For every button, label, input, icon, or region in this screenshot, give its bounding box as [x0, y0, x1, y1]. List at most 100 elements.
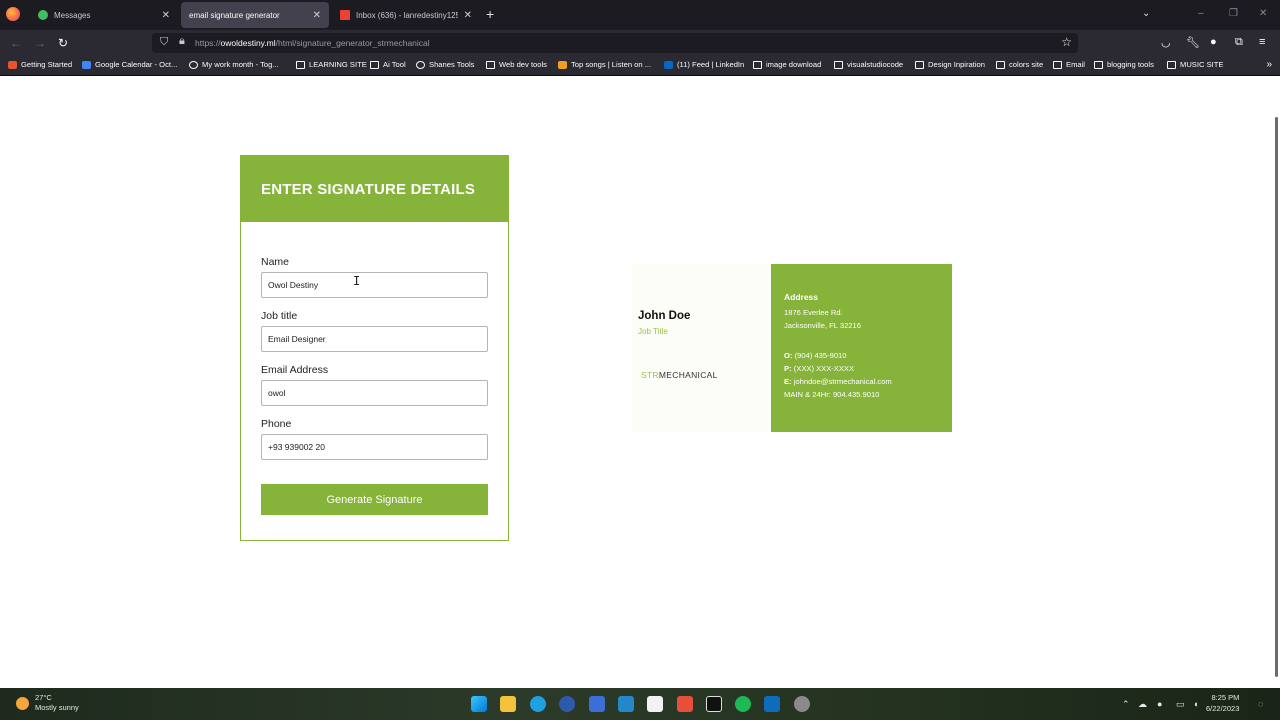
weather-widget[interactable]: 27°C Mostly sunny	[16, 693, 79, 713]
tab-inbox[interactable]: Inbox (636) - lanredestiny125@... ✕	[332, 2, 480, 28]
bookmark-my-work-month[interactable]: My work month - Tog...	[189, 60, 279, 69]
notion-icon[interactable]	[706, 696, 722, 712]
bookmark-design-inspiration[interactable]: Design Inpiration	[915, 60, 985, 69]
tab-title: Messages	[54, 10, 91, 20]
close-icon[interactable]: ✕	[313, 10, 321, 21]
bookmark-label: Top songs | Listen on ...	[571, 60, 652, 69]
tab-messages[interactable]: Messages ✕	[30, 2, 178, 28]
clock-time: 8:25 PM	[1211, 693, 1240, 702]
bookmark-getting-started[interactable]: Getting Started	[8, 60, 72, 69]
edge-icon[interactable]	[530, 696, 546, 712]
windows-start-icon[interactable]	[471, 696, 487, 712]
bookmark-label: LEARNING SITE	[309, 60, 367, 69]
bookmark-learning-site[interactable]: LEARNING SITE	[296, 60, 367, 69]
folder-icon	[915, 60, 924, 69]
folder-icon	[486, 60, 495, 69]
shield-icon[interactable]: ⛉	[160, 36, 168, 49]
url-prefix: https://	[195, 38, 221, 48]
bookmark-label: MUSIC SITE	[1180, 60, 1224, 69]
firefox-taskbar-icon[interactable]	[559, 696, 575, 712]
system-clock[interactable]: 8:25 PM 6/22/2023	[1206, 692, 1239, 714]
bookmark-label: Google Calendar - Oct...	[95, 60, 178, 69]
bookmark-email[interactable]: Email	[1053, 60, 1085, 69]
office-value: (904) 435-9010	[794, 351, 847, 360]
job-title-input[interactable]	[261, 326, 488, 352]
bookmark-music-site[interactable]: MUSIC SITE	[1167, 60, 1223, 69]
address-bar[interactable]: ⛉ 🔒︎ https://owoldestiny.ml/html/signatu…	[152, 33, 1078, 53]
name-input[interactable]	[261, 272, 488, 298]
bookmark-visualstudiocode[interactable]: visualstudiocode	[834, 60, 903, 69]
email-label: Email Address	[261, 364, 329, 376]
navigation-bar: ← → ↻ ⛉ 🔒︎ https://owoldestiny.ml/html/s…	[0, 30, 1280, 56]
volume-icon[interactable]: ◖	[1193, 699, 1198, 709]
restore-icon[interactable]: ❐	[1229, 8, 1238, 19]
bookmark-image-download[interactable]: image download	[753, 60, 821, 69]
close-icon[interactable]: ✕	[162, 10, 170, 21]
bookmark-label: blogging tools	[1107, 60, 1154, 69]
microphone-icon[interactable]: ●	[1157, 699, 1162, 709]
extensions-icon[interactable]: ⧉	[1235, 36, 1243, 49]
menu-icon[interactable]: ≡	[1259, 36, 1265, 48]
chevron-up-icon[interactable]: ⌃	[1122, 699, 1130, 710]
tab-signature-generator[interactable]: email signature generator ✕	[181, 2, 329, 28]
reload-icon[interactable]: ↻	[58, 36, 68, 50]
bookmark-linkedin[interactable]: (11) Feed | LinkedIn	[664, 60, 744, 69]
folder-icon	[753, 60, 762, 69]
notification-icon[interactable]: ◌	[1258, 699, 1263, 709]
lock-icon[interactable]: 🔒︎	[179, 35, 185, 48]
name-field-group: Name	[261, 256, 488, 298]
phone-input[interactable]	[261, 434, 488, 460]
folder-icon	[1094, 60, 1103, 69]
bookmark-ai-tool[interactable]: Ai Tool	[370, 60, 406, 69]
file-explorer-icon[interactable]	[500, 696, 516, 712]
generate-signature-button[interactable]: Generate Signature	[261, 484, 488, 515]
back-icon[interactable]: ←	[10, 36, 22, 50]
bookmark-google-calendar[interactable]: Google Calendar - Oct...	[82, 60, 177, 69]
minimize-icon[interactable]: –	[1198, 8, 1204, 19]
network-icon[interactable]: ▭	[1176, 699, 1185, 710]
address-line-1: 1876 Everlee Rd.	[784, 308, 843, 317]
signature-job-title: Job Title	[638, 327, 668, 336]
bookmark-web-dev-tools[interactable]: Web dev tools	[486, 60, 547, 69]
window-close-icon[interactable]: ✕	[1259, 8, 1267, 19]
phone-label: Phone	[261, 418, 292, 430]
store-icon[interactable]	[647, 696, 663, 712]
scrollbar[interactable]	[1275, 117, 1278, 677]
email-label: E:	[784, 377, 792, 386]
bookmark-shanes-tools[interactable]: Shanes Tools	[416, 60, 474, 69]
name-label: Name	[261, 256, 290, 268]
signature-preview: John Doe Job Title STRMECHANICAL Address…	[632, 264, 952, 432]
text-cursor-icon: I	[353, 274, 361, 288]
url-domain: owoldestiny.ml	[220, 38, 276, 48]
phone-value: (XXX) XXX-XXXX	[793, 364, 855, 373]
bookmark-label: Email	[1066, 60, 1085, 69]
url-text[interactable]: https://owoldestiny.ml/html/signature_ge…	[195, 38, 430, 48]
spotify-icon[interactable]	[735, 696, 751, 712]
onedrive-icon[interactable]: ☁	[1138, 699, 1147, 710]
firefox-icon[interactable]	[6, 7, 20, 21]
bookmark-top-songs[interactable]: Top songs | Listen on ...	[558, 60, 651, 69]
bookmark-colors-site[interactable]: colors site	[996, 60, 1043, 69]
bookmark-star-icon[interactable]: ☆	[1061, 35, 1072, 49]
help-icon[interactable]: ●	[1210, 36, 1217, 48]
firefox-icon	[8, 60, 17, 69]
chevron-down-icon[interactable]: ⌄	[1142, 8, 1150, 19]
close-icon[interactable]: ✕	[464, 10, 472, 21]
chevron-right-icon[interactable]: »	[1266, 59, 1272, 70]
email-input[interactable]	[261, 380, 488, 406]
signature-contact-panel: Address 1876 Everlee Rd. Jacksonville, F…	[771, 264, 952, 432]
wrench-icon[interactable]: 🔧︎	[1186, 36, 1200, 49]
pocket-icon[interactable]: ◡	[1161, 36, 1171, 49]
figma-icon[interactable]	[677, 696, 693, 712]
forward-icon[interactable]: →	[34, 36, 46, 50]
outlook-icon[interactable]	[764, 696, 780, 712]
new-tab-icon[interactable]: +	[486, 6, 494, 22]
bookmark-blogging-tools[interactable]: blogging tools	[1094, 60, 1154, 69]
vscode-icon[interactable]	[618, 696, 634, 712]
globe-icon	[416, 60, 425, 69]
settings-icon[interactable]	[794, 696, 810, 712]
email-line: E: johndoe@strmechanical.com	[784, 375, 952, 388]
job-title-label: Job title	[261, 310, 298, 322]
address-line-2: Jacksonville, FL 32216	[784, 321, 861, 330]
todo-icon[interactable]	[589, 696, 605, 712]
